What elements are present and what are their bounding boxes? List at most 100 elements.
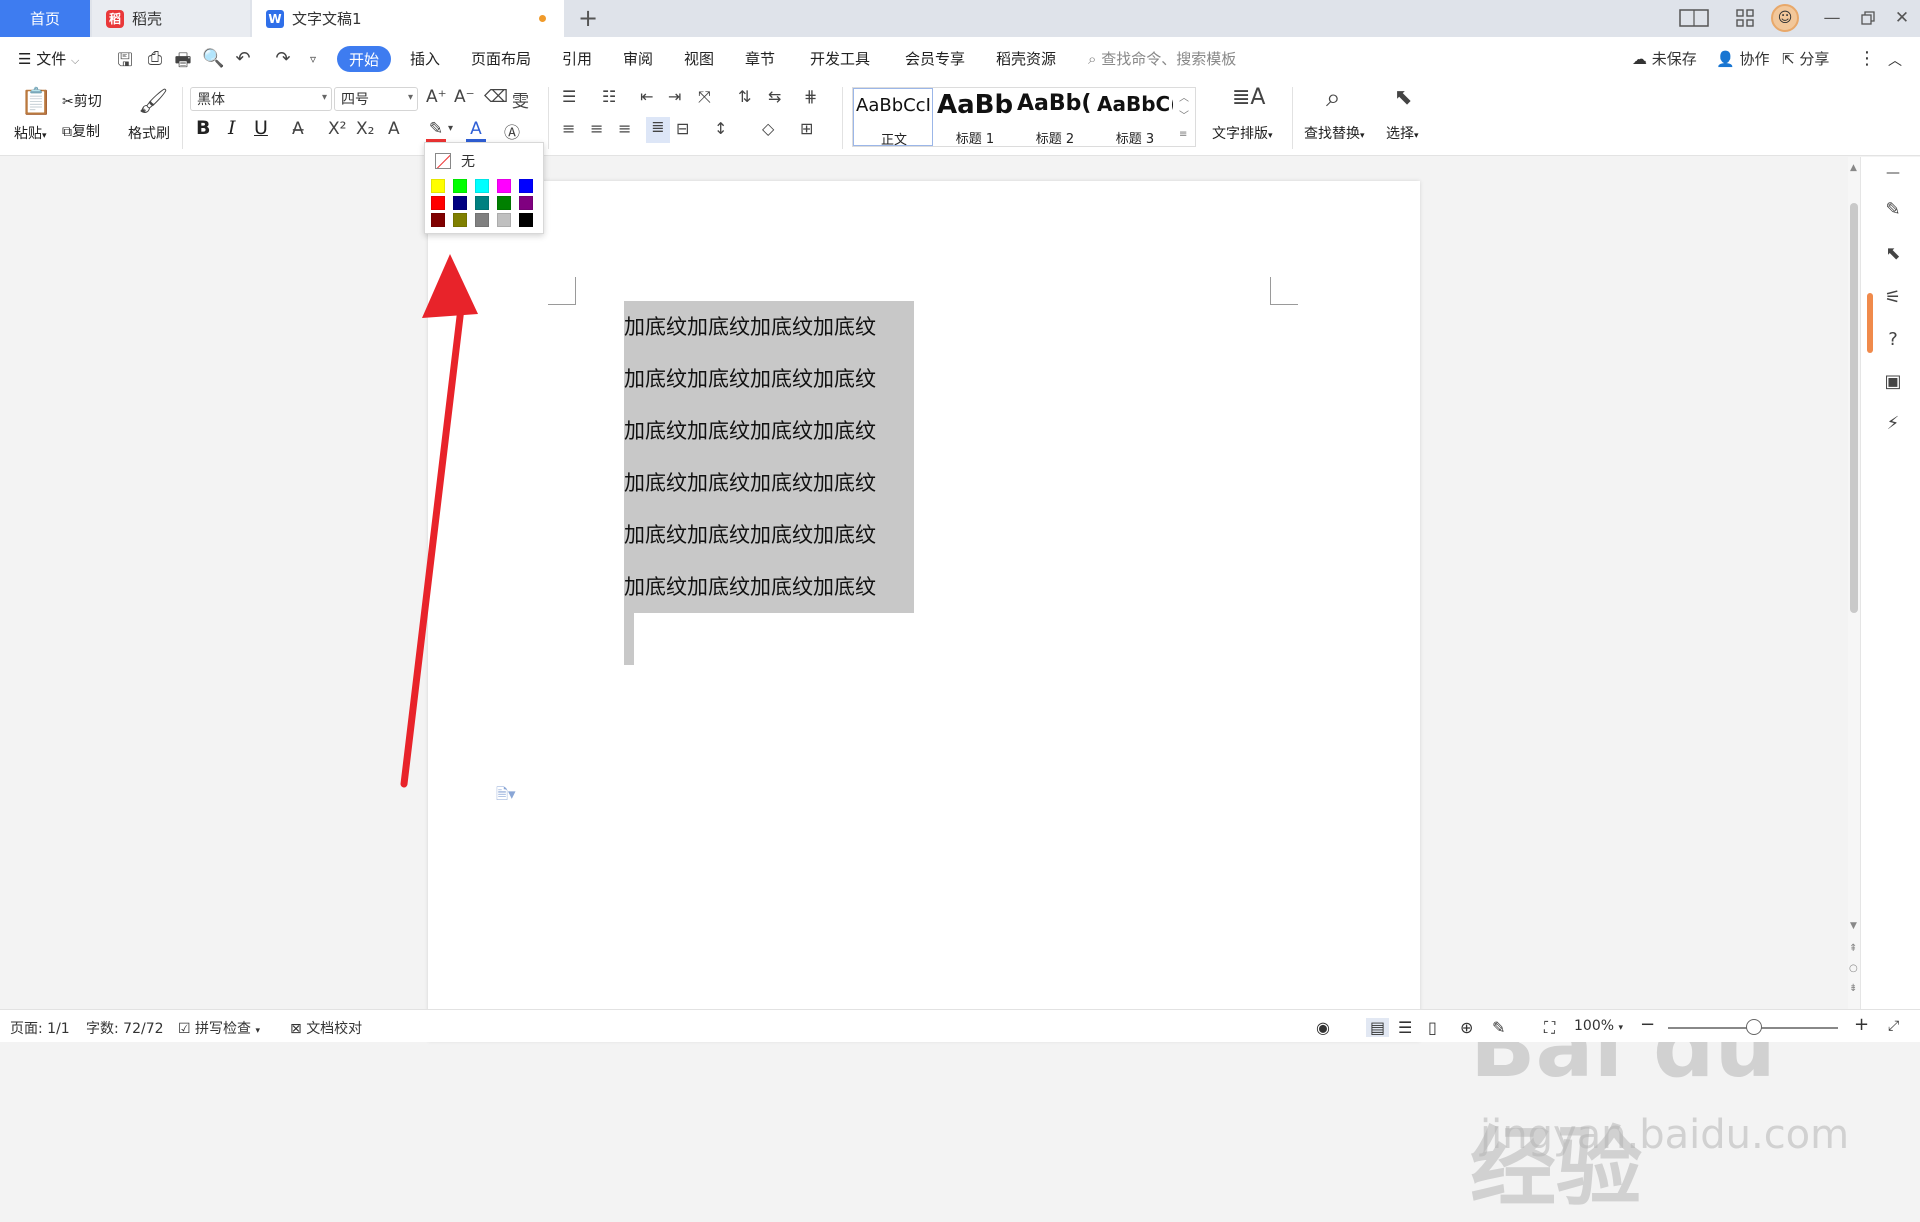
fit-page-icon[interactable]: ⛶ xyxy=(1544,1018,1555,1038)
highlight-dropdown-icon[interactable]: ▾ xyxy=(448,123,453,134)
highlight-none-option[interactable]: 无 xyxy=(435,151,475,171)
style-scroll-icon[interactable]: ︿ ﹀ ≡ xyxy=(1179,90,1189,144)
underline-button[interactable]: U xyxy=(254,117,268,139)
tab-daoke[interactable]: 稻 稻壳 xyxy=(92,0,250,37)
document-line[interactable]: 加底纹加底纹加底纹加底纹 xyxy=(624,571,876,601)
paste-options-icon[interactable]: 🗎▾ xyxy=(496,784,516,809)
print-icon[interactable]: 🖶 xyxy=(172,48,194,78)
adjust-settings-icon[interactable]: ⚟ xyxy=(1881,287,1905,311)
layout-toggle-icon[interactable] xyxy=(1678,4,1710,32)
web-view-icon[interactable]: ⊕ xyxy=(1460,1018,1473,1037)
color-swatch[interactable] xyxy=(475,179,489,193)
restore-icon[interactable] xyxy=(1852,4,1884,32)
shrink-font-icon[interactable]: A⁻ xyxy=(454,87,475,107)
paste-icon[interactable]: 📋 xyxy=(20,87,52,117)
select-cursor-icon[interactable]: ⬉ xyxy=(1394,85,1412,110)
asian-layout-icon[interactable]: ⤧ xyxy=(698,87,711,107)
tab-home[interactable]: 首页 xyxy=(0,0,90,37)
select-button[interactable]: 选择▾ xyxy=(1386,123,1419,143)
collapse-ribbon-icon[interactable]: ︿ xyxy=(1888,50,1902,70)
justify-icon[interactable]: ≣ xyxy=(646,117,670,143)
pinyin-guide-icon[interactable]: 雯 xyxy=(512,87,529,112)
next-page-icon[interactable]: ⇟ xyxy=(1849,983,1857,994)
zoom-slider-handle[interactable] xyxy=(1746,1019,1762,1035)
grow-font-icon[interactable]: A⁺ xyxy=(426,87,447,107)
collaborate-button[interactable]: 👤 协作 xyxy=(1716,48,1769,69)
save-icon[interactable]: 🖫 xyxy=(114,48,136,78)
print-preview-icon[interactable]: 🔍 xyxy=(202,48,224,69)
reading-view-icon[interactable]: ▯ xyxy=(1428,1018,1437,1037)
document-line[interactable]: 加底纹加底纹加底纹加底纹 xyxy=(624,311,876,341)
color-swatch[interactable] xyxy=(519,179,533,193)
menu-tab-daoke-resources[interactable]: 稻壳资源 xyxy=(996,48,1056,69)
superscript-icon[interactable]: X² xyxy=(328,119,346,139)
increase-indent-icon[interactable]: ⇥ xyxy=(668,87,681,106)
menu-tab-review[interactable]: 审阅 xyxy=(623,48,653,69)
menu-tab-insert[interactable]: 插入 xyxy=(410,48,440,69)
page-indicator[interactable]: 页面: 1/1 xyxy=(10,1018,70,1038)
style-heading1[interactable]: AaBb 标题 1 xyxy=(935,88,1015,147)
document-line[interactable]: 加底纹加底纹加底纹加底纹 xyxy=(624,519,876,549)
document-page[interactable]: 加底纹加底纹加底纹加底纹 加底纹加底纹加底纹加底纹 加底纹加底纹加底纹加底纹 加… xyxy=(428,181,1420,1041)
color-swatch[interactable] xyxy=(453,179,467,193)
menu-tab-member[interactable]: 会员专享 xyxy=(905,48,965,69)
color-swatch[interactable] xyxy=(475,213,489,227)
quick-action-icon[interactable]: ⚡ xyxy=(1881,413,1905,437)
pen-edit-icon[interactable]: ✎ xyxy=(1881,199,1905,223)
customize-quick-access-icon[interactable]: ▿ xyxy=(302,52,324,66)
proofread-button[interactable]: ⊠ 文档校对 xyxy=(290,1018,362,1038)
cut-button[interactable]: ✂剪切 xyxy=(62,91,102,111)
writing-mode-icon[interactable]: ✎ xyxy=(1492,1018,1505,1037)
prev-page-icon[interactable]: ⇞ xyxy=(1849,943,1857,954)
scroll-up-icon[interactable]: ▲ xyxy=(1850,163,1857,173)
italic-button[interactable]: I xyxy=(228,117,236,139)
numbering-icon[interactable]: ☷ xyxy=(602,87,616,106)
new-tab-button[interactable]: + xyxy=(574,4,602,32)
font-color-icon[interactable]: A xyxy=(466,119,486,142)
color-swatch[interactable] xyxy=(497,179,511,193)
strikethrough-icon[interactable]: A̶ xyxy=(292,119,304,139)
sidebar-collapse-icon[interactable]: — xyxy=(1881,165,1905,189)
word-count[interactable]: 字数: 72/72 xyxy=(86,1018,164,1038)
user-avatar[interactable]: ☺ xyxy=(1771,4,1799,32)
font-size-select[interactable]: 四号 ▾ xyxy=(334,87,418,111)
select-browse-icon[interactable]: ○ xyxy=(1849,963,1858,974)
menu-tab-layout[interactable]: 页面布局 xyxy=(471,48,531,69)
spell-check-button[interactable]: ☑ 拼写检查 ▾ xyxy=(178,1018,260,1038)
format-painter-icon[interactable]: 🖌 xyxy=(138,87,168,115)
menu-tab-references[interactable]: 引用 xyxy=(562,48,592,69)
line-spacing-icon[interactable]: ↕ xyxy=(714,119,727,138)
share-button[interactable]: ⇱ 分享 xyxy=(1782,48,1829,69)
color-swatch[interactable] xyxy=(497,196,511,210)
color-swatch[interactable] xyxy=(519,196,533,210)
zoom-out-icon[interactable]: − xyxy=(1640,1014,1655,1035)
minimize-icon[interactable]: — xyxy=(1816,4,1848,32)
clear-format-icon[interactable]: ⌫ xyxy=(484,87,508,107)
page-view-icon[interactable]: ▤ xyxy=(1366,1018,1390,1037)
find-replace-button[interactable]: 查找替换▾ xyxy=(1304,123,1365,143)
zoom-level-select[interactable]: 100% ▾ xyxy=(1574,1018,1623,1034)
subscript-icon[interactable]: X₂ xyxy=(356,119,374,139)
text-layout-icon[interactable]: ≣A xyxy=(1232,85,1265,110)
menu-tab-view[interactable]: 视图 xyxy=(684,48,714,69)
outline-view-icon[interactable]: ☰ xyxy=(1398,1018,1412,1037)
bullets-icon[interactable]: ☰ xyxy=(562,87,576,106)
show-marks-icon[interactable]: ⋕ xyxy=(804,87,817,106)
character-border-icon[interactable]: Ⓐ xyxy=(504,119,520,143)
pointer-icon[interactable]: ⬉ xyxy=(1881,243,1905,267)
document-canvas[interactable]: 加底纹加底纹加底纹加底纹 加底纹加底纹加底纹加底纹 加底纹加底纹加底纹加底纹 加… xyxy=(0,157,1849,1218)
eye-protection-icon[interactable]: ◉ xyxy=(1316,1018,1330,1037)
scrollbar-thumb[interactable] xyxy=(1850,203,1858,613)
file-menu[interactable]: ☰ 文件 ⌵ xyxy=(18,48,79,69)
text-layout-button[interactable]: 文字排版▾ xyxy=(1212,123,1273,143)
borders-icon[interactable]: ⊞ xyxy=(800,119,813,138)
apps-grid-icon[interactable] xyxy=(1729,4,1761,32)
copy-button[interactable]: ⧉复制 xyxy=(62,121,100,141)
color-swatch[interactable] xyxy=(431,213,445,227)
document-line[interactable]: 加底纹加底纹加底纹加底纹 xyxy=(624,363,876,393)
fullscreen-icon[interactable]: ⤢ xyxy=(1888,1018,1899,1034)
color-swatch[interactable] xyxy=(497,213,511,227)
close-icon[interactable]: ✕ xyxy=(1886,4,1918,32)
align-left-icon[interactable]: ≡ xyxy=(562,119,575,138)
vertical-scrollbar[interactable]: ▲ ▼ ⇞ ○ ⇟ xyxy=(1848,157,1860,1009)
